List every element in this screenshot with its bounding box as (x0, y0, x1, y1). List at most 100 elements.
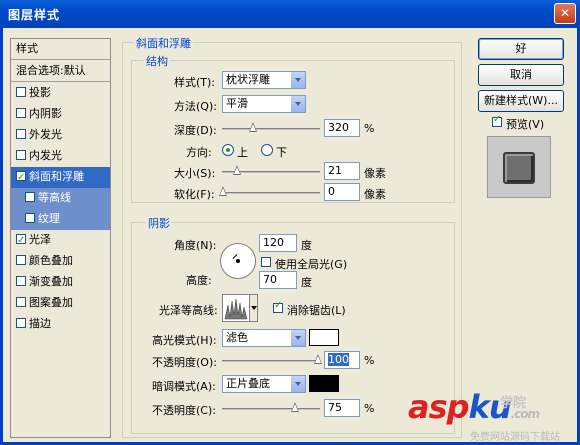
highlight-mode-label: 高光模式(H): (152, 334, 217, 347)
direction-up-radio[interactable] (222, 144, 234, 156)
angle-input[interactable]: 120 (259, 234, 297, 252)
structure-title: 结构 (144, 53, 170, 69)
list-item-label: 颜色叠加 (29, 254, 73, 267)
checkbox[interactable] (16, 168, 26, 188)
depth-unit: % (364, 122, 375, 135)
preview-swatch (503, 152, 535, 184)
highlight-opacity-label: 不透明度(O): (152, 356, 217, 369)
style-item-satin[interactable]: 光泽 (11, 230, 110, 251)
new-style-button[interactable]: 新建样式(W)... (478, 90, 564, 112)
list-item-label: 内发光 (29, 149, 62, 162)
style-item-inner-shadow[interactable]: 内阴影 (11, 104, 110, 125)
shadow-mode-select[interactable]: 正片叠底 (222, 375, 306, 393)
highlight-opacity-track[interactable] (222, 360, 320, 362)
style-item-stroke[interactable]: 描边 (11, 314, 110, 335)
preview-checkbox[interactable] (492, 114, 502, 127)
technique-label: 方法(Q): (174, 100, 217, 113)
shadow-opacity-track[interactable] (222, 408, 320, 410)
depth-slider-track[interactable] (222, 128, 320, 130)
size-slider-thumb[interactable] (233, 165, 241, 175)
list-item-label: 光泽 (29, 233, 51, 246)
style-select-value: 枕状浮雕 (226, 73, 270, 86)
list-item-label: 内阴影 (29, 107, 62, 120)
checkbox[interactable] (16, 276, 26, 286)
size-label: 大小(S): (174, 167, 216, 180)
style-select[interactable]: 枕状浮雕 (222, 71, 306, 89)
depth-input[interactable]: 320 (324, 119, 360, 137)
angle-dot (236, 259, 240, 263)
shadow-opacity-input[interactable]: 75 (324, 399, 360, 417)
checkbox[interactable] (25, 213, 35, 223)
highlight-mode-select[interactable]: 滤色 (222, 329, 306, 347)
preview-label: 预览(V) (506, 118, 545, 131)
style-item-texture[interactable]: 纹理 (11, 209, 110, 230)
watermark-cn: 学院 (500, 396, 527, 411)
ok-button[interactable]: 好 (478, 38, 564, 60)
style-item-pattern-overlay[interactable]: 图案叠加 (11, 293, 110, 314)
title-bar: 图层样式 ✕ (0, 0, 580, 28)
checkbox[interactable] (16, 108, 26, 118)
checkbox[interactable] (16, 231, 26, 251)
altitude-label: 高度: (186, 274, 212, 287)
list-item-label: 描边 (29, 317, 51, 330)
blending-options-item[interactable]: 混合选项:默认 (11, 61, 110, 82)
technique-select-value: 平滑 (226, 97, 248, 110)
style-item-inner-glow[interactable]: 内发光 (11, 146, 110, 167)
list-item-label: 渐变叠加 (29, 275, 73, 288)
highlight-opacity-unit: % (364, 354, 375, 367)
global-light-label: 使用全局光(G) (275, 258, 348, 271)
shadow-opacity-label: 不透明度(C): (152, 404, 216, 417)
cancel-button[interactable]: 取消 (478, 64, 564, 86)
list-item-label: 投影 (29, 86, 51, 99)
altitude-input[interactable]: 70 (259, 271, 297, 289)
gloss-contour-picker[interactable] (222, 294, 258, 322)
checkbox[interactable] (16, 87, 26, 97)
shadow-opacity-thumb[interactable] (291, 402, 299, 412)
soften-unit: 像素 (364, 188, 386, 201)
highlight-opacity-input[interactable]: 100 (324, 351, 360, 369)
style-item-bevel-emboss[interactable]: 斜面和浮雕 (11, 167, 110, 188)
soften-slider-thumb[interactable] (219, 186, 227, 196)
shadow-mode-value: 正片叠底 (226, 377, 270, 390)
checkbox[interactable] (16, 318, 26, 328)
list-item-label: 外发光 (29, 128, 62, 141)
style-item-color-overlay[interactable]: 颜色叠加 (11, 251, 110, 272)
checkbox[interactable] (16, 255, 26, 265)
style-item-gradient-overlay[interactable]: 渐变叠加 (11, 272, 110, 293)
bevel-emboss-title: 斜面和浮雕 (134, 35, 193, 51)
soften-input[interactable]: 0 (324, 183, 360, 201)
size-unit: 像素 (364, 167, 386, 180)
list-item-label: 纹理 (38, 212, 60, 225)
antialias-checkbox[interactable] (273, 300, 283, 313)
depth-slider-thumb[interactable] (249, 122, 257, 132)
shadow-color-swatch[interactable] (309, 375, 339, 392)
direction-down-radio[interactable] (261, 144, 273, 156)
style-list-header[interactable]: 样式 (11, 39, 110, 60)
style-item-outer-glow[interactable]: 外发光 (11, 125, 110, 146)
highlight-opacity-thumb[interactable] (314, 354, 322, 364)
list-item-label: 图案叠加 (29, 296, 73, 309)
direction-down-label: 下 (276, 146, 287, 159)
close-button[interactable]: ✕ (554, 3, 576, 24)
angle-dial[interactable] (220, 243, 256, 279)
style-item-contour[interactable]: 等高线 (11, 188, 110, 209)
angle-label: 角度(N): (174, 239, 217, 252)
preview-thumbnail (487, 136, 551, 198)
highlight-mode-value: 滤色 (226, 331, 248, 344)
watermark-asp: asp (408, 388, 470, 426)
global-light-checkbox[interactable] (261, 257, 271, 267)
highlight-color-swatch[interactable] (309, 329, 339, 346)
checkbox[interactable] (16, 150, 26, 160)
chevron-down-icon (249, 294, 258, 322)
technique-select[interactable]: 平滑 (222, 95, 306, 113)
checkbox[interactable] (25, 192, 35, 202)
checkbox[interactable] (16, 129, 26, 139)
checkbox[interactable] (16, 297, 26, 307)
watermark-sub: 免费网站源码下载站 (470, 432, 560, 443)
size-input[interactable]: 21 (324, 162, 360, 180)
style-item-drop-shadow[interactable]: 投影 (11, 83, 110, 104)
shadow-opacity-unit: % (364, 402, 375, 415)
soften-slider-track[interactable] (222, 192, 320, 194)
gloss-contour-icon (224, 298, 248, 320)
window-title: 图层样式 (8, 8, 61, 22)
